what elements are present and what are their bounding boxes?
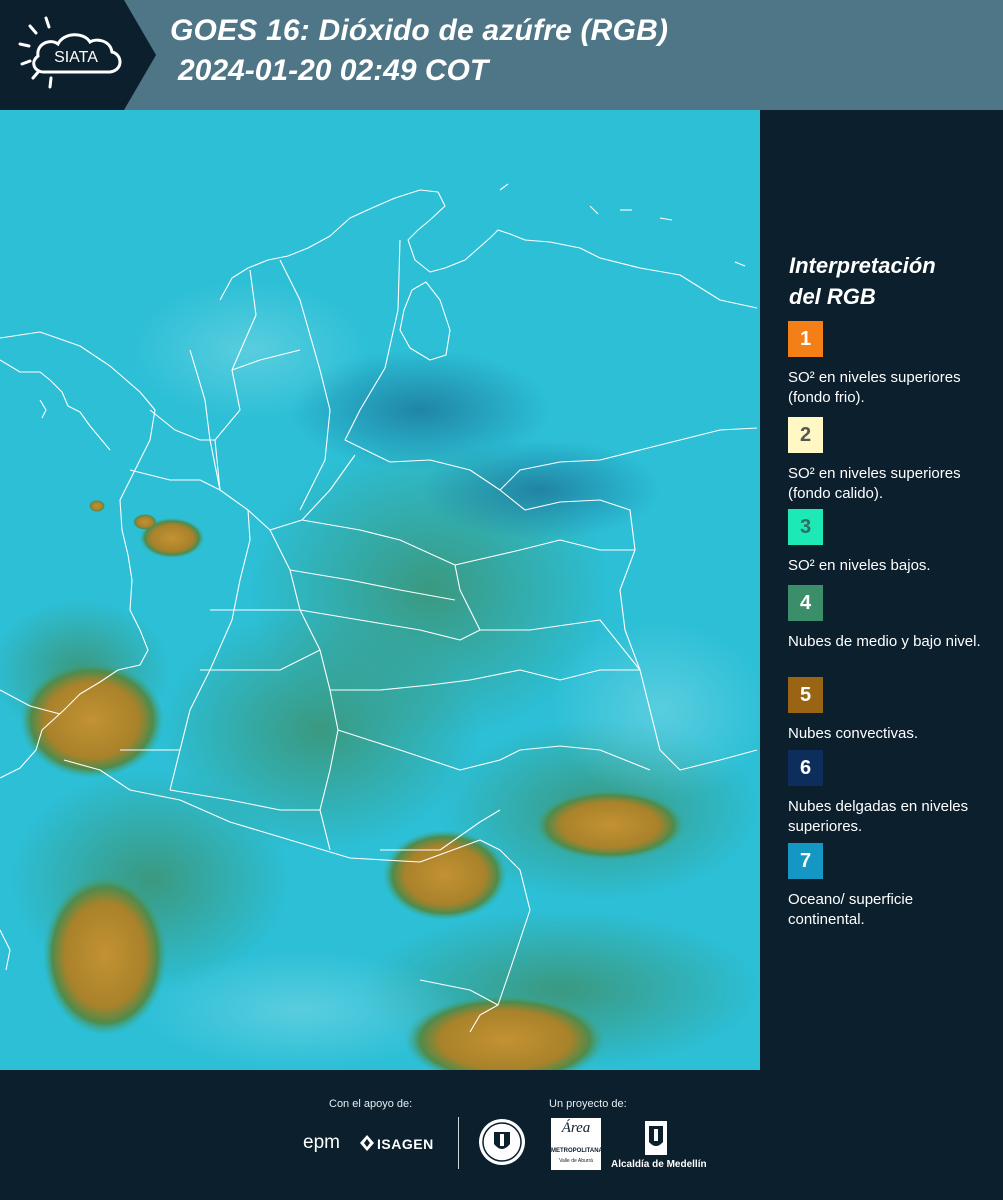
header-bar: SIATA GOES 16: Dióxido de azúfre (RGB) 2… [0, 0, 1003, 110]
legend-item-4: 4 Nubes de medio y bajo nivel. [788, 585, 988, 652]
legend-item-5: 5 Nubes convectivas. [788, 677, 988, 744]
legend-title-line1: Interpretación [789, 253, 936, 278]
legend-item-2: 2 SO² en niveles superiores (fondo calid… [788, 417, 988, 504]
legend-panel: Interpretación del RGB 1 SO² en niveles … [760, 110, 1003, 1070]
page-title: GOES 16: Dióxido de azúfre (RGB) [170, 14, 669, 47]
legend-desc-7: Oceano/ superficie continental. [788, 891, 914, 928]
legend-item-1: 1 SO² en niveles superiores (fondo frio)… [788, 321, 988, 408]
legend-desc-3: SO² en niveles bajos. [788, 557, 931, 574]
legend-title-line2: del RGB [789, 284, 876, 309]
footer-divider [458, 1117, 459, 1169]
timestamp: 2024-01-20 02:49 COT [178, 54, 489, 87]
footer: Con el apoyo de: Un proyecto de: epm ISA… [0, 1070, 1003, 1200]
legend-item-6: 6 Nubes delgadas en niveles superiores. [788, 750, 988, 837]
legend-title: Interpretación del RGB [789, 250, 989, 312]
legend-desc-5: Nubes convectivas. [788, 725, 919, 742]
siata-logo: SIATA [0, 0, 156, 110]
legend-swatch-7: 7 [788, 843, 823, 879]
metro-script: Área [561, 1120, 591, 1136]
legend-swatch-5: 5 [788, 677, 823, 713]
alcaldia-shield-icon [644, 1120, 668, 1156]
isagen-logo: ISAGEN [360, 1132, 440, 1156]
medellin-seal-icon [478, 1118, 526, 1166]
logo-text: SIATA [54, 49, 98, 66]
legend-item-3: 3 SO² en niveles bajos. [788, 509, 988, 576]
satellite-map[interactable] [0, 110, 760, 1070]
isagen-icon [360, 1135, 374, 1151]
epm-logo: epm [303, 1132, 340, 1153]
legend-swatch-2: 2 [788, 417, 823, 453]
legend-desc-1: SO² en niveles superiores (fondo frio). [788, 369, 961, 406]
legend-swatch-1: 1 [788, 321, 823, 357]
legend-item-7: 7 Oceano/ superficie continental. [788, 843, 988, 930]
legend-desc-2: SO² en niveles superiores (fondo calido)… [788, 465, 961, 502]
legend-desc-6: Nubes delgadas en niveles superiores. [788, 798, 969, 835]
legend-swatch-4: 4 [788, 585, 823, 621]
legend-swatch-3: 3 [788, 509, 823, 545]
metro-label: METROPOLITANA [551, 1148, 603, 1154]
isagen-text: ISAGEN [377, 1136, 434, 1152]
project-label: Un proyecto de: [549, 1098, 627, 1110]
metro-sub: Valle de Aburrá [559, 1158, 593, 1164]
support-label: Con el apoyo de: [329, 1098, 413, 1110]
legend-swatch-6: 6 [788, 750, 823, 786]
area-metropolitana-logo: Área METROPOLITANA Valle de Aburrá [551, 1118, 603, 1170]
alcaldia-label: Alcaldía de Medellín [611, 1159, 707, 1170]
legend-desc-4: Nubes de medio y bajo nivel. [788, 633, 981, 650]
